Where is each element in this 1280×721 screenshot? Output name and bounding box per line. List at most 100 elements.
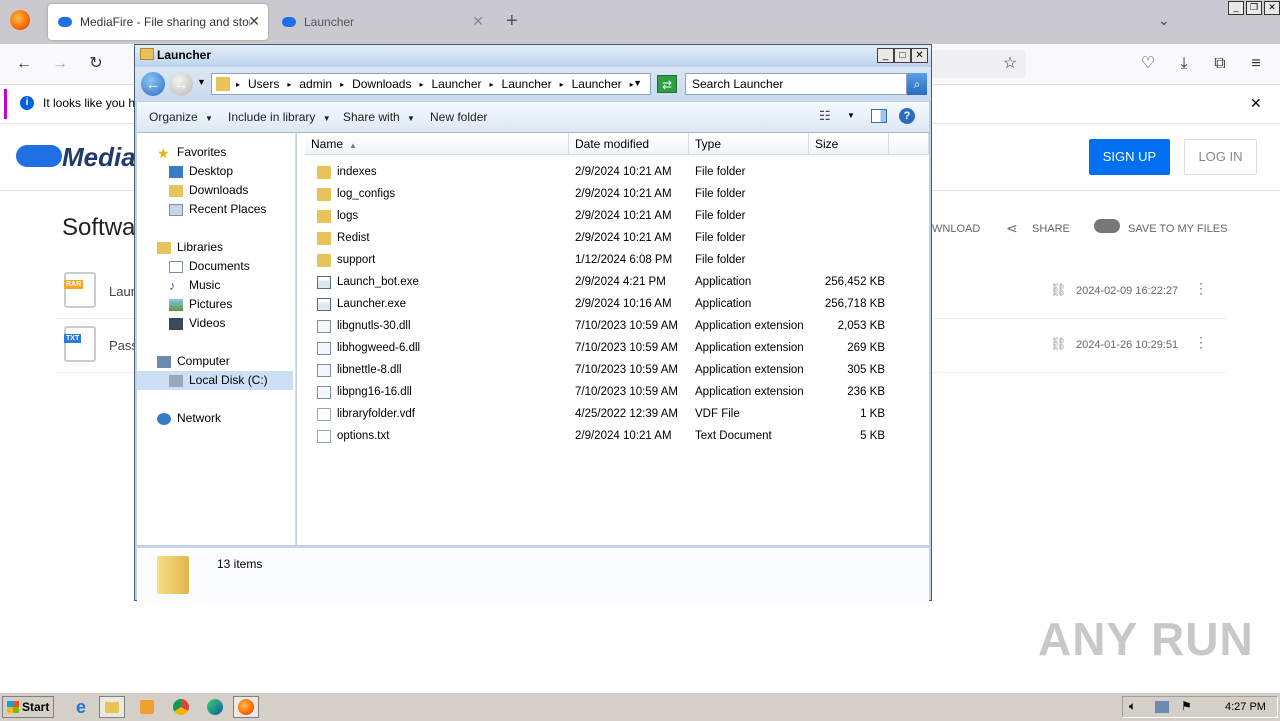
include-in-library-button[interactable]: Include in library ▼ bbox=[228, 110, 331, 124]
breadcrumb-sep-icon[interactable]: ▸ bbox=[490, 80, 494, 89]
close-tab-icon[interactable]: ✕ bbox=[472, 13, 484, 30]
action-center-flag-icon[interactable]: ⚑ bbox=[1181, 699, 1192, 713]
column-header-name[interactable]: Name ▲ bbox=[305, 133, 569, 155]
file-row[interactable]: Redist 2/9/2024 10:21 AM File folder bbox=[297, 228, 897, 250]
explorer-taskbar-icon[interactable] bbox=[99, 696, 125, 718]
file-row[interactable]: libgnutls-30.dll 7/10/2023 10:59 AM Applic… bbox=[297, 316, 897, 338]
save-to-my-files-action[interactable]: SAVE TO MY FILES bbox=[1128, 223, 1227, 235]
firefox-icon[interactable] bbox=[10, 10, 30, 30]
organize-button[interactable]: Organize ▼ bbox=[149, 110, 213, 124]
download-icon[interactable]: ⤓ bbox=[1172, 52, 1196, 76]
new-tab-button[interactable]: + bbox=[506, 10, 518, 33]
save-cloud-icon[interactable] bbox=[1094, 219, 1120, 233]
breadcrumb-item[interactable]: Launcher bbox=[572, 77, 622, 91]
breadcrumb-sep-icon[interactable]: ▸ bbox=[236, 80, 240, 89]
breadcrumb-item[interactable]: Downloads bbox=[352, 77, 411, 91]
search-input[interactable]: Search Launcher bbox=[685, 73, 907, 95]
close-button[interactable]: ✕ bbox=[1264, 1, 1280, 15]
pocket-icon[interactable]: ♡ bbox=[1136, 52, 1160, 76]
media-player-icon[interactable] bbox=[134, 696, 160, 718]
link-icon[interactable]: ⛓ bbox=[1050, 282, 1067, 298]
new-folder-button[interactable]: New folder bbox=[430, 110, 487, 124]
preview-pane-icon[interactable] bbox=[871, 109, 887, 123]
address-bar[interactable]: ▸ Users ▸ admin ▸ Downloads ▸ Launcher ▸… bbox=[211, 73, 651, 95]
view-options-icon[interactable]: ☷ bbox=[819, 108, 831, 124]
chrome-icon[interactable] bbox=[168, 696, 194, 718]
file-row[interactable]: libraryfolder.vdf 4/25/2022 12:39 AM VDF F… bbox=[297, 404, 897, 426]
recent-pages-chevron-icon[interactable]: ▼ bbox=[197, 77, 206, 87]
file-row[interactable]: Launch_bot.exe 2/9/2024 4:21 PM Applicatio… bbox=[297, 272, 897, 294]
minimize-button[interactable]: _ bbox=[1228, 1, 1244, 15]
file-row[interactable]: logs 2/9/2024 10:21 AM File folder bbox=[297, 206, 897, 228]
file-row[interactable]: libnettle-8.dll 7/10/2023 10:59 AM Applica… bbox=[297, 360, 897, 382]
edge-icon[interactable] bbox=[202, 696, 228, 718]
close-notification-icon[interactable]: ✕ bbox=[1250, 95, 1262, 112]
mediafire-logo-icon[interactable] bbox=[16, 145, 62, 167]
close-tab-icon[interactable]: ✕ bbox=[248, 13, 260, 30]
breadcrumb-sep-icon[interactable]: ▸ bbox=[419, 80, 423, 89]
tab-mediafire[interactable]: MediaFire - File sharing and storag ✕ bbox=[48, 4, 268, 40]
network-tray-icon[interactable] bbox=[1155, 701, 1169, 713]
volume-icon[interactable]: 🔈︎ bbox=[1129, 699, 1136, 714]
breadcrumb-item[interactable]: Launcher bbox=[502, 77, 552, 91]
more-options-icon[interactable]: ⋮ bbox=[1194, 280, 1208, 297]
file-row[interactable]: indexes 2/9/2024 10:21 AM File folder bbox=[297, 162, 897, 184]
log-in-button[interactable]: LOG IN bbox=[1184, 139, 1257, 175]
search-icon[interactable]: ⌕ bbox=[907, 73, 927, 95]
nav-documents[interactable]: Documents bbox=[169, 257, 250, 276]
nav-network[interactable]: Network bbox=[157, 409, 221, 428]
breadcrumb-item[interactable]: Launcher bbox=[431, 77, 481, 91]
menu-hamburger-icon[interactable]: ≡ bbox=[1244, 52, 1268, 76]
nav-desktop[interactable]: Desktop bbox=[169, 162, 233, 181]
start-button[interactable]: Start bbox=[2, 696, 54, 718]
maximize-button[interactable]: □ bbox=[894, 48, 911, 63]
bookmark-star-icon[interactable]: ☆ bbox=[998, 52, 1022, 76]
link-icon[interactable]: ⛓ bbox=[1050, 336, 1067, 352]
share-icon[interactable]: ⋖ bbox=[1006, 220, 1018, 237]
column-header-type[interactable]: Type bbox=[689, 133, 809, 155]
view-dropdown-icon[interactable]: ▼ bbox=[847, 111, 855, 120]
breadcrumb-item[interactable]: Users bbox=[248, 77, 279, 91]
file-row[interactable]: Launcher.exe 2/9/2024 10:16 AM Application… bbox=[297, 294, 897, 316]
extensions-icon[interactable]: ⧉ bbox=[1208, 52, 1232, 76]
file-row[interactable]: options.txt 2/9/2024 10:21 AM Text Documen… bbox=[297, 426, 897, 448]
more-options-icon[interactable]: ⋮ bbox=[1194, 334, 1208, 351]
window-title-bar[interactable]: Launcher _ □ ✕ bbox=[135, 45, 931, 65]
column-header-size[interactable]: Size bbox=[809, 133, 889, 155]
tab-launcher[interactable]: Launcher ✕ bbox=[272, 4, 492, 40]
nav-downloads[interactable]: Downloads bbox=[169, 181, 248, 200]
breadcrumb-sep-icon[interactable]: ▸ bbox=[287, 80, 291, 89]
minimize-button[interactable]: _ bbox=[877, 48, 894, 63]
address-dropdown-icon[interactable]: ▼ bbox=[633, 78, 642, 88]
column-header-date[interactable]: Date modified bbox=[569, 133, 689, 155]
share-with-button[interactable]: Share with ▼ bbox=[343, 110, 415, 124]
restore-button[interactable]: ❐ bbox=[1246, 1, 1262, 15]
nav-music[interactable]: ♪ Music bbox=[169, 276, 220, 295]
nav-libraries[interactable]: Libraries bbox=[157, 238, 223, 257]
sign-up-button[interactable]: SIGN UP bbox=[1089, 139, 1170, 175]
nav-computer[interactable]: Computer bbox=[157, 352, 230, 371]
nav-local-disk[interactable]: Local Disk (C:) bbox=[137, 371, 293, 390]
file-row[interactable]: support 1/12/2024 6:08 PM File folder bbox=[297, 250, 897, 272]
close-button[interactable]: ✕ bbox=[911, 48, 928, 63]
reload-icon[interactable]: ↻ bbox=[84, 52, 108, 76]
help-icon[interactable]: ? bbox=[899, 108, 915, 124]
forward-arrow-icon[interactable]: → bbox=[48, 52, 72, 76]
share-action[interactable]: SHARE bbox=[1032, 223, 1070, 235]
back-arrow-icon[interactable]: ← bbox=[12, 52, 36, 76]
nav-videos[interactable]: Videos bbox=[169, 314, 225, 333]
list-tabs-chevron-icon[interactable]: ⌄ bbox=[1158, 12, 1170, 29]
breadcrumb-item[interactable]: admin bbox=[299, 77, 332, 91]
mediafire-logo-text[interactable]: Media bbox=[62, 142, 136, 173]
refresh-button[interactable]: ⇄ bbox=[657, 75, 677, 93]
clock[interactable]: 4:27 PM bbox=[1225, 701, 1266, 713]
internet-explorer-icon[interactable]: e bbox=[68, 696, 94, 718]
file-row[interactable]: libpng16-16.dll 7/10/2023 10:59 AM Applica… bbox=[297, 382, 897, 404]
breadcrumb-sep-icon[interactable]: ▸ bbox=[340, 80, 344, 89]
nav-favorites[interactable]: ★ Favorites bbox=[157, 143, 226, 162]
nav-pictures[interactable]: Pictures bbox=[169, 295, 232, 314]
firefox-taskbar-icon[interactable] bbox=[233, 696, 259, 718]
file-row[interactable]: libhogweed-6.dll 7/10/2023 10:59 AM Applic… bbox=[297, 338, 897, 360]
back-button[interactable]: ← bbox=[141, 72, 165, 96]
breadcrumb-sep-icon[interactable]: ▸ bbox=[560, 80, 564, 89]
